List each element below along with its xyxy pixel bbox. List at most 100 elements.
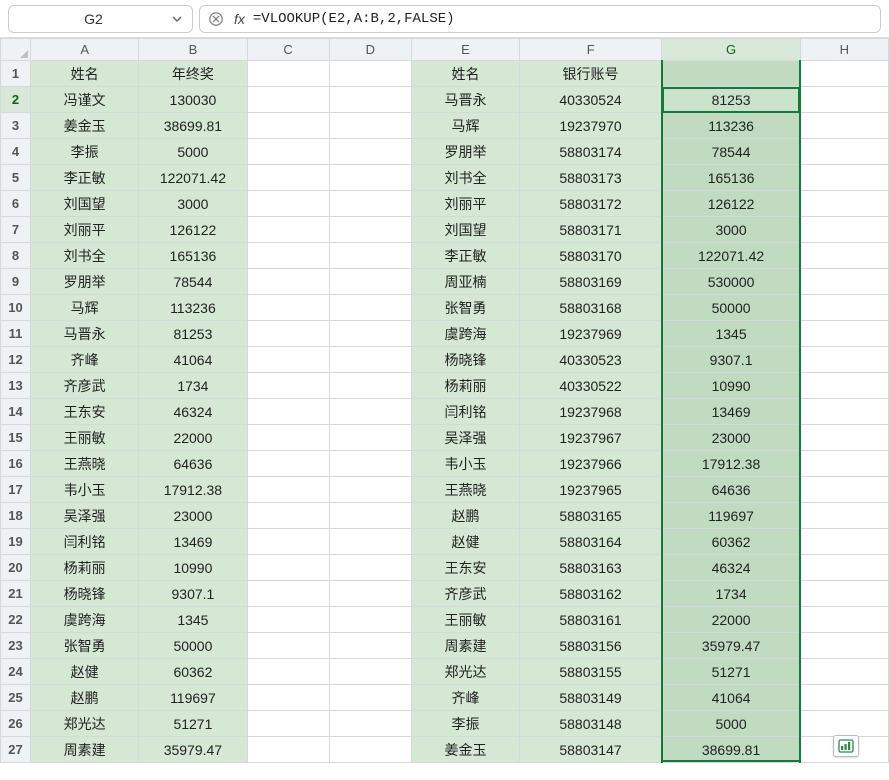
cell-A10[interactable]: 马辉 <box>31 295 139 321</box>
cell-G18[interactable]: 119697 <box>662 503 800 529</box>
cell-G13[interactable]: 10990 <box>662 373 800 399</box>
cell-B24[interactable]: 60362 <box>139 659 247 685</box>
cell-E10[interactable]: 张智勇 <box>411 295 519 321</box>
cell-B18[interactable]: 23000 <box>139 503 247 529</box>
row-header-23[interactable]: 23 <box>1 633 31 659</box>
cell-H8[interactable] <box>800 243 888 269</box>
cell-A20[interactable]: 杨莉丽 <box>31 555 139 581</box>
cell-C18[interactable] <box>247 503 329 529</box>
cell-C25[interactable] <box>247 685 329 711</box>
row-header-18[interactable]: 18 <box>1 503 31 529</box>
cell-C14[interactable] <box>247 399 329 425</box>
col-header-D[interactable]: D <box>329 39 411 61</box>
cell-H15[interactable] <box>800 425 888 451</box>
cell-F20[interactable]: 58803163 <box>520 555 662 581</box>
cell-A18[interactable]: 吴泽强 <box>31 503 139 529</box>
row-header-25[interactable]: 25 <box>1 685 31 711</box>
row-header-17[interactable]: 17 <box>1 477 31 503</box>
cell-B4[interactable]: 5000 <box>139 139 247 165</box>
col-header-E[interactable]: E <box>411 39 519 61</box>
cell-G22[interactable]: 22000 <box>662 607 800 633</box>
cell-A3[interactable]: 姜金玉 <box>31 113 139 139</box>
cell-H16[interactable] <box>800 451 888 477</box>
cell-B8[interactable]: 165136 <box>139 243 247 269</box>
cell-B1[interactable]: 年终奖 <box>139 61 247 87</box>
row-header-10[interactable]: 10 <box>1 295 31 321</box>
cell-H3[interactable] <box>800 113 888 139</box>
cell-E4[interactable]: 罗朋举 <box>411 139 519 165</box>
cell-G7[interactable]: 3000 <box>662 217 800 243</box>
cell-B20[interactable]: 10990 <box>139 555 247 581</box>
cell-E16[interactable]: 韦小玉 <box>411 451 519 477</box>
cell-H12[interactable] <box>800 347 888 373</box>
row-header-24[interactable]: 24 <box>1 659 31 685</box>
cell-A13[interactable]: 齐彦武 <box>31 373 139 399</box>
cell-E27[interactable]: 姜金玉 <box>411 737 519 763</box>
row-header-22[interactable]: 22 <box>1 607 31 633</box>
cell-C24[interactable] <box>247 659 329 685</box>
row-header-4[interactable]: 4 <box>1 139 31 165</box>
row-header-12[interactable]: 12 <box>1 347 31 373</box>
cell-F17[interactable]: 19237965 <box>520 477 662 503</box>
cell-E15[interactable]: 吴泽强 <box>411 425 519 451</box>
col-header-A[interactable]: A <box>31 39 139 61</box>
cell-B21[interactable]: 9307.1 <box>139 581 247 607</box>
cell-B12[interactable]: 41064 <box>139 347 247 373</box>
cell-F16[interactable]: 19237966 <box>520 451 662 477</box>
cell-D12[interactable] <box>329 347 411 373</box>
cell-D23[interactable] <box>329 633 411 659</box>
cell-C7[interactable] <box>247 217 329 243</box>
cell-A14[interactable]: 王东安 <box>31 399 139 425</box>
cell-A2[interactable]: 冯谨文 <box>31 87 139 113</box>
cell-D1[interactable] <box>329 61 411 87</box>
cell-C5[interactable] <box>247 165 329 191</box>
cell-D24[interactable] <box>329 659 411 685</box>
cell-C2[interactable] <box>247 87 329 113</box>
cell-C10[interactable] <box>247 295 329 321</box>
cell-F8[interactable]: 58803170 <box>520 243 662 269</box>
row-header-6[interactable]: 6 <box>1 191 31 217</box>
cell-D14[interactable] <box>329 399 411 425</box>
cell-D2[interactable] <box>329 87 411 113</box>
cell-F24[interactable]: 58803155 <box>520 659 662 685</box>
cell-B22[interactable]: 1345 <box>139 607 247 633</box>
cell-B23[interactable]: 50000 <box>139 633 247 659</box>
cell-G12[interactable]: 9307.1 <box>662 347 800 373</box>
cell-E22[interactable]: 王丽敏 <box>411 607 519 633</box>
row-header-15[interactable]: 15 <box>1 425 31 451</box>
cell-D6[interactable] <box>329 191 411 217</box>
cell-F3[interactable]: 19237970 <box>520 113 662 139</box>
cell-H19[interactable] <box>800 529 888 555</box>
cell-G10[interactable]: 50000 <box>662 295 800 321</box>
cell-G16[interactable]: 17912.38 <box>662 451 800 477</box>
cell-H18[interactable] <box>800 503 888 529</box>
cell-E13[interactable]: 杨莉丽 <box>411 373 519 399</box>
cell-F9[interactable]: 58803169 <box>520 269 662 295</box>
cancel-icon[interactable] <box>206 9 226 29</box>
row-header-14[interactable]: 14 <box>1 399 31 425</box>
cell-A21[interactable]: 杨晓锋 <box>31 581 139 607</box>
col-header-B[interactable]: B <box>139 39 247 61</box>
cell-B5[interactable]: 122071.42 <box>139 165 247 191</box>
cell-F11[interactable]: 19237969 <box>520 321 662 347</box>
formula-bar[interactable]: fx <box>199 5 881 33</box>
row-header-27[interactable]: 27 <box>1 737 31 763</box>
cell-F13[interactable]: 40330522 <box>520 373 662 399</box>
cell-C27[interactable] <box>247 737 329 763</box>
cell-B15[interactable]: 22000 <box>139 425 247 451</box>
row-header-26[interactable]: 26 <box>1 711 31 737</box>
cell-A12[interactable]: 齐峰 <box>31 347 139 373</box>
cell-C19[interactable] <box>247 529 329 555</box>
cell-G19[interactable]: 60362 <box>662 529 800 555</box>
cell-D18[interactable] <box>329 503 411 529</box>
cell-C21[interactable] <box>247 581 329 607</box>
cell-A9[interactable]: 罗朋举 <box>31 269 139 295</box>
cell-D20[interactable] <box>329 555 411 581</box>
cell-F4[interactable]: 58803174 <box>520 139 662 165</box>
row-header-16[interactable]: 16 <box>1 451 31 477</box>
row-header-1[interactable]: 1 <box>1 61 31 87</box>
cell-E17[interactable]: 王燕晓 <box>411 477 519 503</box>
cell-H5[interactable] <box>800 165 888 191</box>
cell-F12[interactable]: 40330523 <box>520 347 662 373</box>
cell-B13[interactable]: 1734 <box>139 373 247 399</box>
